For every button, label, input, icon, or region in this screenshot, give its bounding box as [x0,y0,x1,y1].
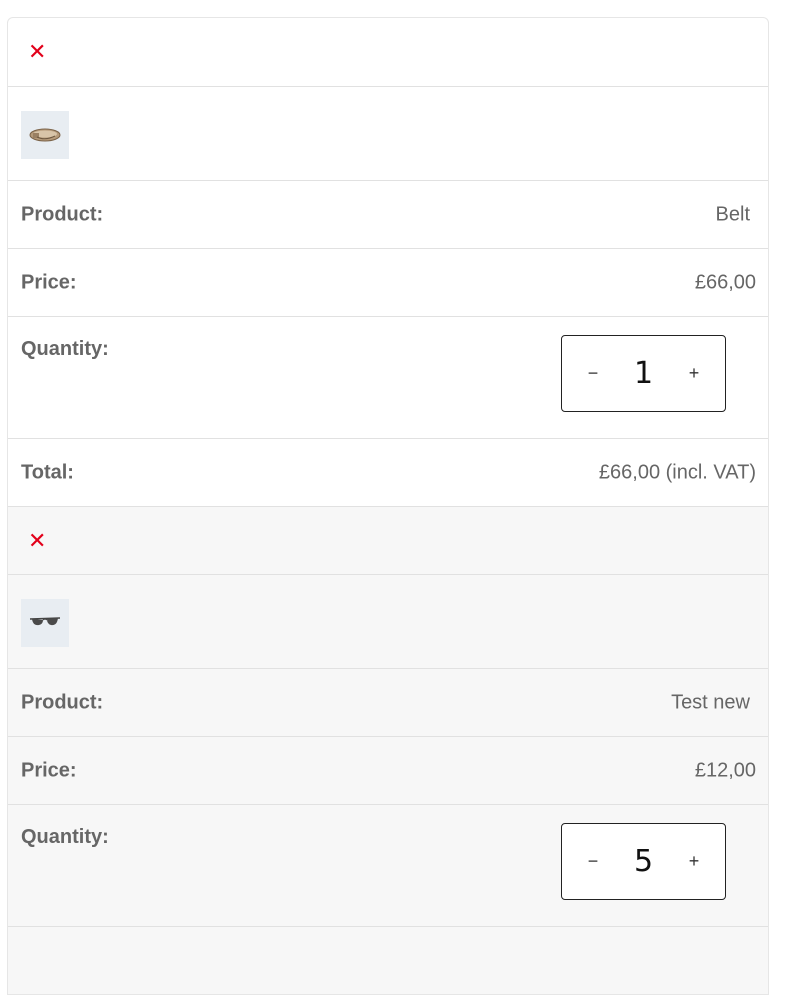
total-value: £66,00 (incl. VAT) [598,461,756,483]
quantity-row: Quantity: − 1 + [8,316,768,438]
quantity-label: Quantity: [21,338,109,360]
quantity-input[interactable]: 1 [612,336,675,411]
thumbnail-row [8,86,768,180]
belt-thumbnail[interactable] [21,111,69,159]
cart-item: ✕ Product: Test new Price: £12,00 Quanti… [8,506,768,994]
quantity-row: Quantity: − 5 + [8,804,768,926]
product-row: Product: Belt [8,180,768,248]
cart-table: ✕ Product: Belt Price: £66,00 Quantity: [7,17,769,995]
plus-icon[interactable]: + [669,824,719,899]
plus-icon[interactable]: + [669,336,719,411]
total-row: Total: £66,00 (incl. VAT) [8,438,768,506]
thumbnail-row [8,574,768,668]
sunglasses-image [29,617,61,626]
minus-icon[interactable]: − [568,824,618,899]
remove-row: ✕ [8,506,768,574]
product-name: Test new [671,691,750,713]
product-label: Product: [21,691,104,713]
product-name: Belt [715,203,750,225]
price-label: Price: [21,759,77,781]
close-icon[interactable]: ✕ [28,41,46,63]
minus-icon[interactable]: − [568,336,618,411]
quantity-stepper: − 1 + [561,335,726,412]
sunglasses-thumbnail[interactable] [21,599,69,647]
close-icon[interactable]: ✕ [28,529,46,552]
price-row: Price: £12,00 [8,736,768,804]
product-label: Product: [21,203,104,225]
cart-item: ✕ Product: Belt Price: £66,00 Quantity: [8,18,768,506]
belt-image [29,128,61,142]
quantity-stepper: − 5 + [561,823,726,900]
price-value: £12,00 [694,759,756,781]
price-label: Price: [21,271,77,293]
remove-row: ✕ [8,18,768,86]
price-value: £66,00 [694,271,756,293]
total-label: Total: [21,461,74,483]
quantity-input[interactable]: 5 [612,824,675,899]
price-row: Price: £66,00 [8,248,768,316]
total-row [8,926,768,994]
quantity-label: Quantity: [21,826,109,848]
product-row: Product: Test new [8,668,768,736]
